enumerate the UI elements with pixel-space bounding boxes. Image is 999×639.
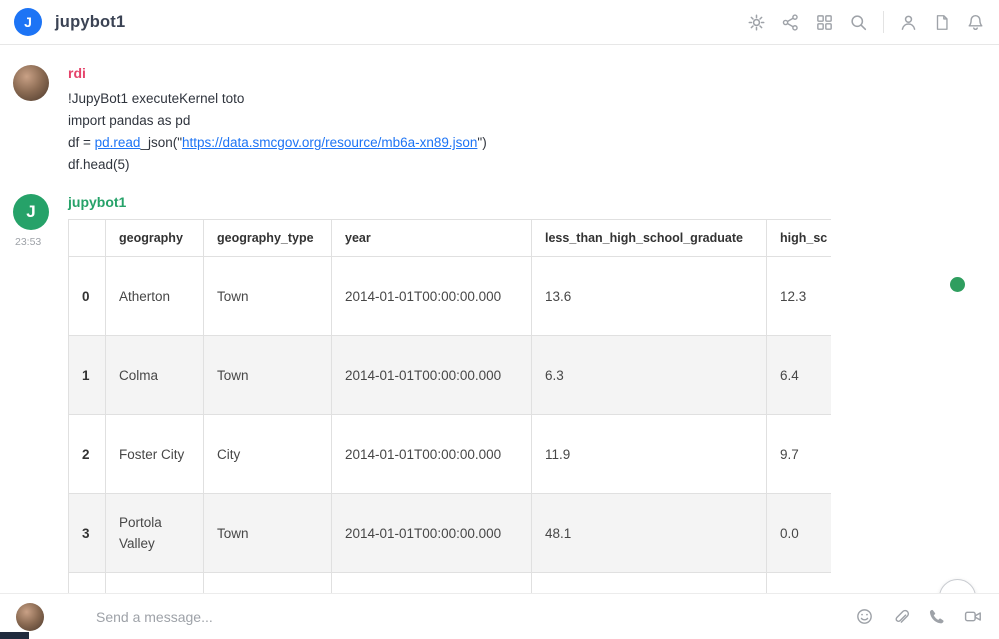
table-cell: 9.7 [767, 415, 832, 494]
gear-icon[interactable] [747, 13, 766, 32]
channel-header: J jupybot1 [0, 0, 999, 45]
column-header: geography [106, 220, 204, 257]
message-line: import pandas as pd [68, 110, 999, 132]
message-timestamp: 23:53 [13, 236, 41, 248]
message-text: _json(" [140, 135, 182, 150]
message-gutter: J 23:53 [13, 194, 68, 593]
column-header: less_than_high_school_graduate [532, 220, 767, 257]
message-list: rdi !JupyBot1 executeKernel toto import p… [0, 45, 999, 593]
message-gutter [13, 65, 68, 176]
table-cell: Town [204, 336, 332, 415]
phone-icon[interactable] [927, 607, 946, 626]
video-camera-icon[interactable] [963, 607, 983, 626]
message-line: df.head(5) [68, 154, 999, 176]
header-toolbar [732, 11, 985, 33]
table-cell: 11.9 [532, 415, 767, 494]
message-text: !JupyBot1 executeKernel toto [68, 91, 244, 106]
file-icon[interactable] [933, 13, 951, 32]
table-cell: 2014-01-01T00:00:00.000 [332, 415, 532, 494]
table-cell: 12.3 [767, 257, 832, 336]
table-cell: 6.4 [767, 336, 832, 415]
composer [0, 593, 999, 639]
table-cell: Town [204, 494, 332, 573]
message-link[interactable]: pd.read [95, 135, 141, 150]
row-index: 0 [69, 257, 106, 336]
bell-icon[interactable] [966, 13, 985, 32]
message-jupybot1: J 23:53 jupybot1 geographygeography_type… [13, 194, 999, 593]
table-cell: Portola Valley [106, 494, 204, 573]
table-cell: 13.6 [532, 257, 767, 336]
message-rdi: rdi !JupyBot1 executeKernel toto import p… [13, 65, 999, 176]
table-cell: 0.0 [767, 494, 832, 573]
table-cell: 2014-01-01T00:00:00.000 [332, 257, 532, 336]
table-cell: 6.3 [532, 336, 767, 415]
table-cell [106, 573, 204, 594]
chat-window: J jupybot1 [0, 0, 999, 639]
message-text-block: !JupyBot1 executeKernel toto import panda… [68, 88, 999, 176]
composer-avatar [16, 603, 44, 631]
dataframe-table: geographygeography_typeyearless_than_hig… [68, 219, 831, 593]
table-row [69, 573, 832, 594]
chevron-down-icon [948, 586, 968, 593]
person-icon[interactable] [899, 13, 918, 32]
table-row: 0AthertonTown2014-01-01T00:00:00.00013.6… [69, 257, 832, 336]
table-cell: 2014-01-01T00:00:00.000 [332, 494, 532, 573]
grid-icon[interactable] [815, 13, 834, 32]
row-index: 3 [69, 494, 106, 573]
table-cell: Atherton [106, 257, 204, 336]
message-text: df.head(5) [68, 157, 130, 172]
smiley-icon[interactable] [855, 607, 874, 626]
message-input[interactable] [96, 609, 838, 625]
message-body: rdi !JupyBot1 executeKernel toto import p… [68, 65, 999, 176]
table-cell: City [204, 415, 332, 494]
row-index: 2 [69, 415, 106, 494]
header-divider [883, 11, 884, 33]
corner-artifact [0, 632, 29, 639]
table-cell: 2014-01-01T00:00:00.000 [332, 336, 532, 415]
message-line: !JupyBot1 executeKernel toto [68, 88, 999, 110]
bot-avatar[interactable]: J [13, 194, 49, 230]
table-row: 2Foster CityCity2014-01-01T00:00:00.0001… [69, 415, 832, 494]
channel-avatar[interactable]: J [14, 8, 42, 36]
username-jupybot1[interactable]: jupybot1 [68, 194, 999, 210]
message-body: jupybot1 geographygeography_typeyearless… [68, 194, 999, 593]
message-link[interactable]: https://data.smcgov.org/resource/mb6a-xn… [182, 135, 477, 150]
unread-indicator [950, 277, 965, 292]
table-cell: Colma [106, 336, 204, 415]
column-header [69, 220, 106, 257]
table-row: 3Portola ValleyTown2014-01-01T00:00:00.0… [69, 494, 832, 573]
user-avatar-rdi[interactable] [13, 65, 49, 101]
row-index [69, 573, 106, 594]
message-line: df = pd.read_json("https://data.smcgov.o… [68, 132, 999, 154]
share-icon[interactable] [781, 13, 800, 32]
channel-title: jupybot1 [55, 13, 125, 32]
column-header: geography_type [204, 220, 332, 257]
row-index: 1 [69, 336, 106, 415]
message-text: import pandas as pd [68, 113, 190, 128]
table-cell: 48.1 [532, 494, 767, 573]
table-cell: Foster City [106, 415, 204, 494]
table-cell [767, 573, 832, 594]
message-text: ") [477, 135, 486, 150]
paperclip-icon[interactable] [891, 607, 910, 626]
dataframe-table-container: geographygeography_typeyearless_than_hig… [68, 219, 831, 593]
table-cell: Town [204, 257, 332, 336]
channel-info: J jupybot1 [14, 8, 125, 36]
column-header: high_sc [767, 220, 832, 257]
username-rdi[interactable]: rdi [68, 65, 999, 81]
message-text: df = [68, 135, 95, 150]
table-cell [532, 573, 767, 594]
table-row: 1ColmaTown2014-01-01T00:00:00.0006.36.4 [69, 336, 832, 415]
column-header: year [332, 220, 532, 257]
table-cell [332, 573, 532, 594]
search-icon[interactable] [849, 13, 868, 32]
table-cell [204, 573, 332, 594]
